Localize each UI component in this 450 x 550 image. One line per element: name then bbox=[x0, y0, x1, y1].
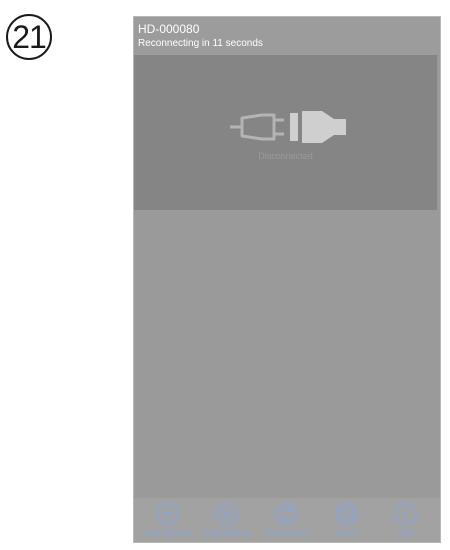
gear-icon bbox=[216, 502, 239, 526]
edit-setting-label: Edit Setting bbox=[204, 528, 251, 538]
add-device-button[interactable]: Add Device bbox=[138, 498, 198, 542]
info-label: Info bbox=[398, 528, 414, 538]
quad-view-icon: 4 bbox=[335, 502, 358, 526]
plus-circle-icon bbox=[156, 502, 180, 526]
info-button[interactable]: Info bbox=[376, 498, 436, 542]
refresh-icon bbox=[275, 502, 299, 526]
step-number-badge: 21 bbox=[6, 14, 52, 60]
edit-setting-button[interactable]: Edit Setting bbox=[198, 498, 258, 542]
reconnect-label: Reconnect bbox=[265, 528, 309, 538]
quad-label: Quad bbox=[335, 528, 358, 538]
phone-screen: HD-000080 Reconnecting in 11 seconds Dis… bbox=[133, 16, 441, 543]
camera-header: HD-000080 Reconnecting in 11 seconds bbox=[134, 17, 440, 55]
add-device-label: Add Device bbox=[144, 528, 191, 538]
quad-button[interactable]: 4 Quad bbox=[317, 498, 377, 542]
bottom-toolbar: Add Device Edit Setting Reconnect 4 Quad… bbox=[134, 498, 440, 542]
reconnect-button[interactable]: Reconnect bbox=[257, 498, 317, 542]
quad-badge: 4 bbox=[344, 510, 349, 520]
connection-status: Reconnecting in 11 seconds bbox=[138, 38, 263, 49]
info-icon bbox=[394, 502, 418, 526]
disconnected-label: Disconnected bbox=[258, 151, 313, 161]
step-number: 21 bbox=[12, 18, 47, 55]
video-view[interactable]: Disconnected bbox=[134, 55, 437, 210]
device-name: HD-000080 bbox=[138, 22, 200, 36]
unplugged-icon bbox=[230, 111, 346, 143]
